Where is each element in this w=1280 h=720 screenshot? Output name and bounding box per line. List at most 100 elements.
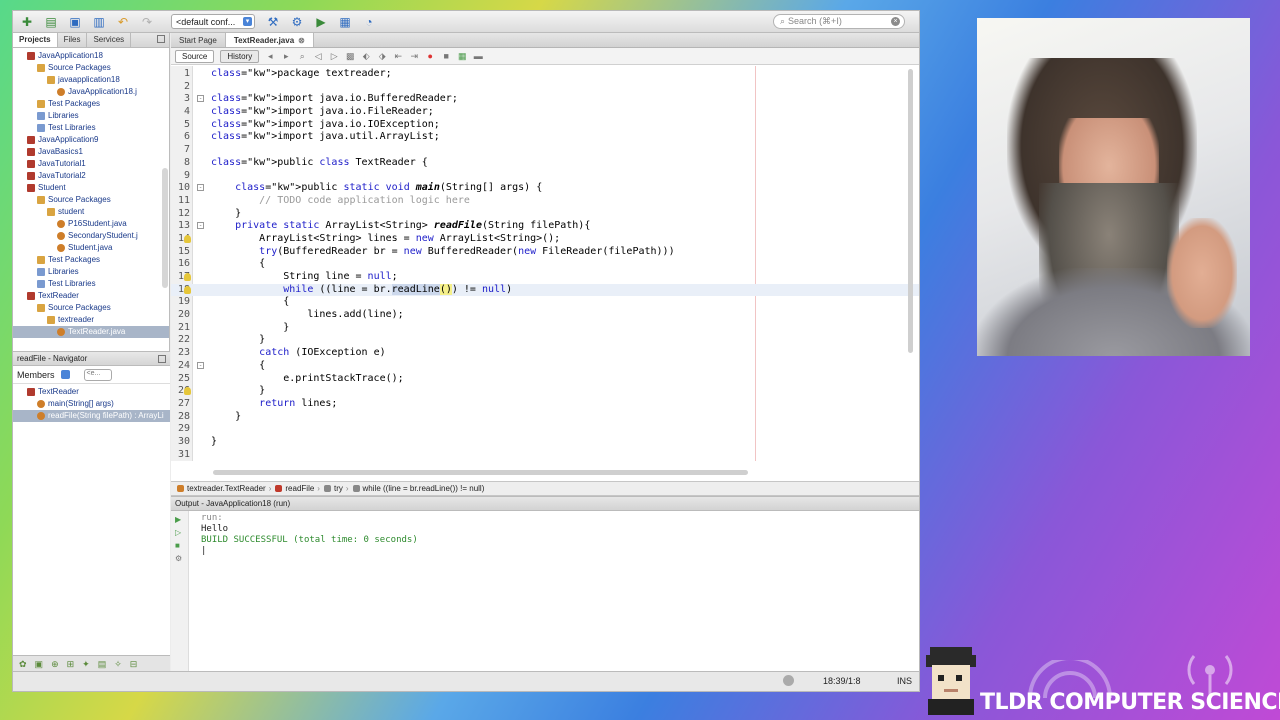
- filter-icon[interactable]: ⊟: [130, 659, 138, 670]
- tree-item[interactable]: student: [13, 206, 169, 218]
- hint-bulb-icon[interactable]: [184, 387, 191, 396]
- navigator-filter[interactable]: <e...: [83, 368, 112, 381]
- stop-icon[interactable]: ■: [175, 541, 185, 550]
- hint-bulb-icon[interactable]: [184, 234, 191, 243]
- undo-icon[interactable]: ↶: [115, 14, 131, 30]
- filter-icon[interactable]: ✦: [82, 659, 90, 670]
- code-line[interactable]: 2: [171, 81, 919, 94]
- code-line[interactable]: 14 ArrayList<String> lines = new ArrayLi…: [171, 233, 919, 246]
- tree-item[interactable]: Source Packages: [13, 194, 169, 206]
- code-line[interactable]: 25 e.printStackTrace();: [171, 373, 919, 386]
- code-line[interactable]: 1 class="kw">package textreader;: [171, 68, 919, 81]
- open-project-icon[interactable]: ▣: [67, 14, 83, 30]
- code-line[interactable]: 18 while ((line = br.readLine()) != null…: [171, 283, 919, 297]
- code-line[interactable]: 20 lines.add(line);: [171, 309, 919, 322]
- new-project-icon[interactable]: ✚: [19, 14, 35, 30]
- code-line[interactable]: 26 }: [171, 385, 919, 398]
- tab-files[interactable]: Files: [58, 33, 88, 47]
- code-line[interactable]: 6 class="kw">import java.util.ArrayList;: [171, 131, 919, 144]
- tree-item[interactable]: Student.java: [13, 242, 169, 254]
- hint-bulb-icon[interactable]: [184, 285, 191, 294]
- scroll-thumb[interactable]: [213, 470, 748, 475]
- tree-item[interactable]: Test Packages: [13, 98, 169, 110]
- navigator-item[interactable]: TextReader: [13, 386, 170, 398]
- editor-horizontal-scrollbar[interactable]: [171, 470, 919, 476]
- run-icon[interactable]: ▶: [313, 14, 329, 30]
- shift-right-icon[interactable]: ⇥: [409, 51, 419, 61]
- code-line[interactable]: 30}: [171, 436, 919, 449]
- navigator-item[interactable]: main(String[] args): [13, 398, 170, 410]
- code-line[interactable]: 5 class="kw">import java.io.IOException;: [171, 119, 919, 132]
- code-line[interactable]: 7: [171, 144, 919, 157]
- tree-item[interactable]: Student: [13, 182, 169, 194]
- rerun-icon[interactable]: ▶: [175, 515, 185, 524]
- tree-item[interactable]: JavaApplication18.j: [13, 86, 169, 98]
- editor-vertical-scrollbar[interactable]: [908, 69, 913, 353]
- save-all-icon[interactable]: ▥: [91, 14, 107, 30]
- code-line[interactable]: 16 {: [171, 258, 919, 271]
- settings-icon[interactable]: ⚙: [175, 554, 185, 563]
- code-line[interactable]: 28 }: [171, 411, 919, 424]
- members-dropdown-icon[interactable]: [60, 370, 70, 379]
- tab-textreader-java[interactable]: TextReader.java ⊗: [225, 33, 314, 47]
- code-line[interactable]: 27 return lines;: [171, 398, 919, 411]
- filter-icon[interactable]: ⊕: [51, 659, 59, 670]
- code-line[interactable]: 24- {: [171, 360, 919, 373]
- code-line[interactable]: 21 }: [171, 322, 919, 335]
- code-line[interactable]: 9: [171, 170, 919, 183]
- filter-icon[interactable]: ✧: [114, 659, 122, 670]
- members-label[interactable]: Members: [17, 370, 55, 380]
- tree-item[interactable]: javaapplication18: [13, 74, 169, 86]
- tree-item[interactable]: Libraries: [13, 266, 169, 278]
- tree-item[interactable]: Test Libraries: [13, 122, 169, 134]
- code-line[interactable]: 29: [171, 423, 919, 436]
- tree-item[interactable]: SecondaryStudent.j: [13, 230, 169, 242]
- uncomment-icon[interactable]: ▬: [473, 51, 483, 61]
- hint-bulb-icon[interactable]: [184, 273, 191, 281]
- minimize-icon[interactable]: [157, 35, 165, 43]
- navigator-item[interactable]: readFile(String filePath) : ArrayLi: [13, 410, 170, 422]
- fold-toggle-icon[interactable]: -: [197, 222, 204, 230]
- next-bookmark-icon[interactable]: ⬗: [377, 51, 387, 61]
- code-line[interactable]: 3- class="kw">import java.io.BufferedRead…: [171, 93, 919, 106]
- history-button[interactable]: History: [220, 49, 260, 63]
- breadcrumb-item[interactable]: while ((line = br.readLine()) != null): [352, 484, 484, 493]
- previous-bookmark-icon[interactable]: ⬖: [361, 51, 371, 61]
- code-editor[interactable]: 1 class="kw">package textreader; 2 3- class=…: [171, 66, 919, 461]
- tree-item[interactable]: Libraries: [13, 110, 169, 122]
- code-line[interactable]: 19 {: [171, 296, 919, 309]
- minimize-icon[interactable]: [158, 355, 166, 363]
- code-line[interactable]: 10- class="kw">public static void main(S…: [171, 182, 919, 195]
- filter-icon[interactable]: ▤: [98, 659, 107, 670]
- tree-item[interactable]: TextReader: [13, 290, 169, 302]
- new-file-icon[interactable]: ▤: [43, 14, 59, 30]
- code-line[interactable]: 11 // TODO code application logic here: [171, 195, 919, 208]
- source-button[interactable]: Source: [175, 49, 215, 63]
- filter-icon[interactable]: ✿: [19, 659, 27, 670]
- fold-toggle-icon[interactable]: -: [197, 184, 204, 192]
- code-line[interactable]: 12 }: [171, 208, 919, 221]
- close-icon[interactable]: ⊗: [298, 36, 305, 45]
- clean-build-icon[interactable]: ⚙: [289, 14, 305, 30]
- code-line[interactable]: 31: [171, 449, 919, 461]
- clear-search-icon[interactable]: ×: [891, 17, 900, 26]
- code-line[interactable]: 4 class="kw">import java.io.FileReader;: [171, 106, 919, 119]
- build-icon[interactable]: ⚒: [265, 14, 281, 30]
- tree-item[interactable]: P16Student.java: [13, 218, 169, 230]
- breadcrumb-item[interactable]: readFile ›: [275, 484, 320, 493]
- find-next-icon[interactable]: ▷: [329, 51, 339, 61]
- tree-item[interactable]: textreader: [13, 314, 169, 326]
- code-line[interactable]: 13- private static ArrayList<String> rea…: [171, 220, 919, 233]
- tree-item[interactable]: Source Packages: [13, 62, 169, 74]
- tree-item[interactable]: Test Libraries: [13, 278, 169, 290]
- profile-icon[interactable]: ◔: [361, 14, 377, 30]
- tree-scrollbar[interactable]: [162, 168, 168, 288]
- record-macro-icon[interactable]: ●: [425, 51, 435, 61]
- code-line[interactable]: 22 }: [171, 334, 919, 347]
- code-line[interactable]: 8 class="kw">public class TextReader {: [171, 157, 919, 170]
- output-console[interactable]: run: Hello BUILD SUCCESSFUL (total time:…: [201, 513, 418, 557]
- code-line[interactable]: 17 String line = null;: [171, 271, 919, 284]
- tab-start-page[interactable]: Start Page: [171, 33, 226, 47]
- toggle-highlight-icon[interactable]: ▩: [345, 51, 355, 61]
- redo-icon[interactable]: ↷: [139, 14, 155, 30]
